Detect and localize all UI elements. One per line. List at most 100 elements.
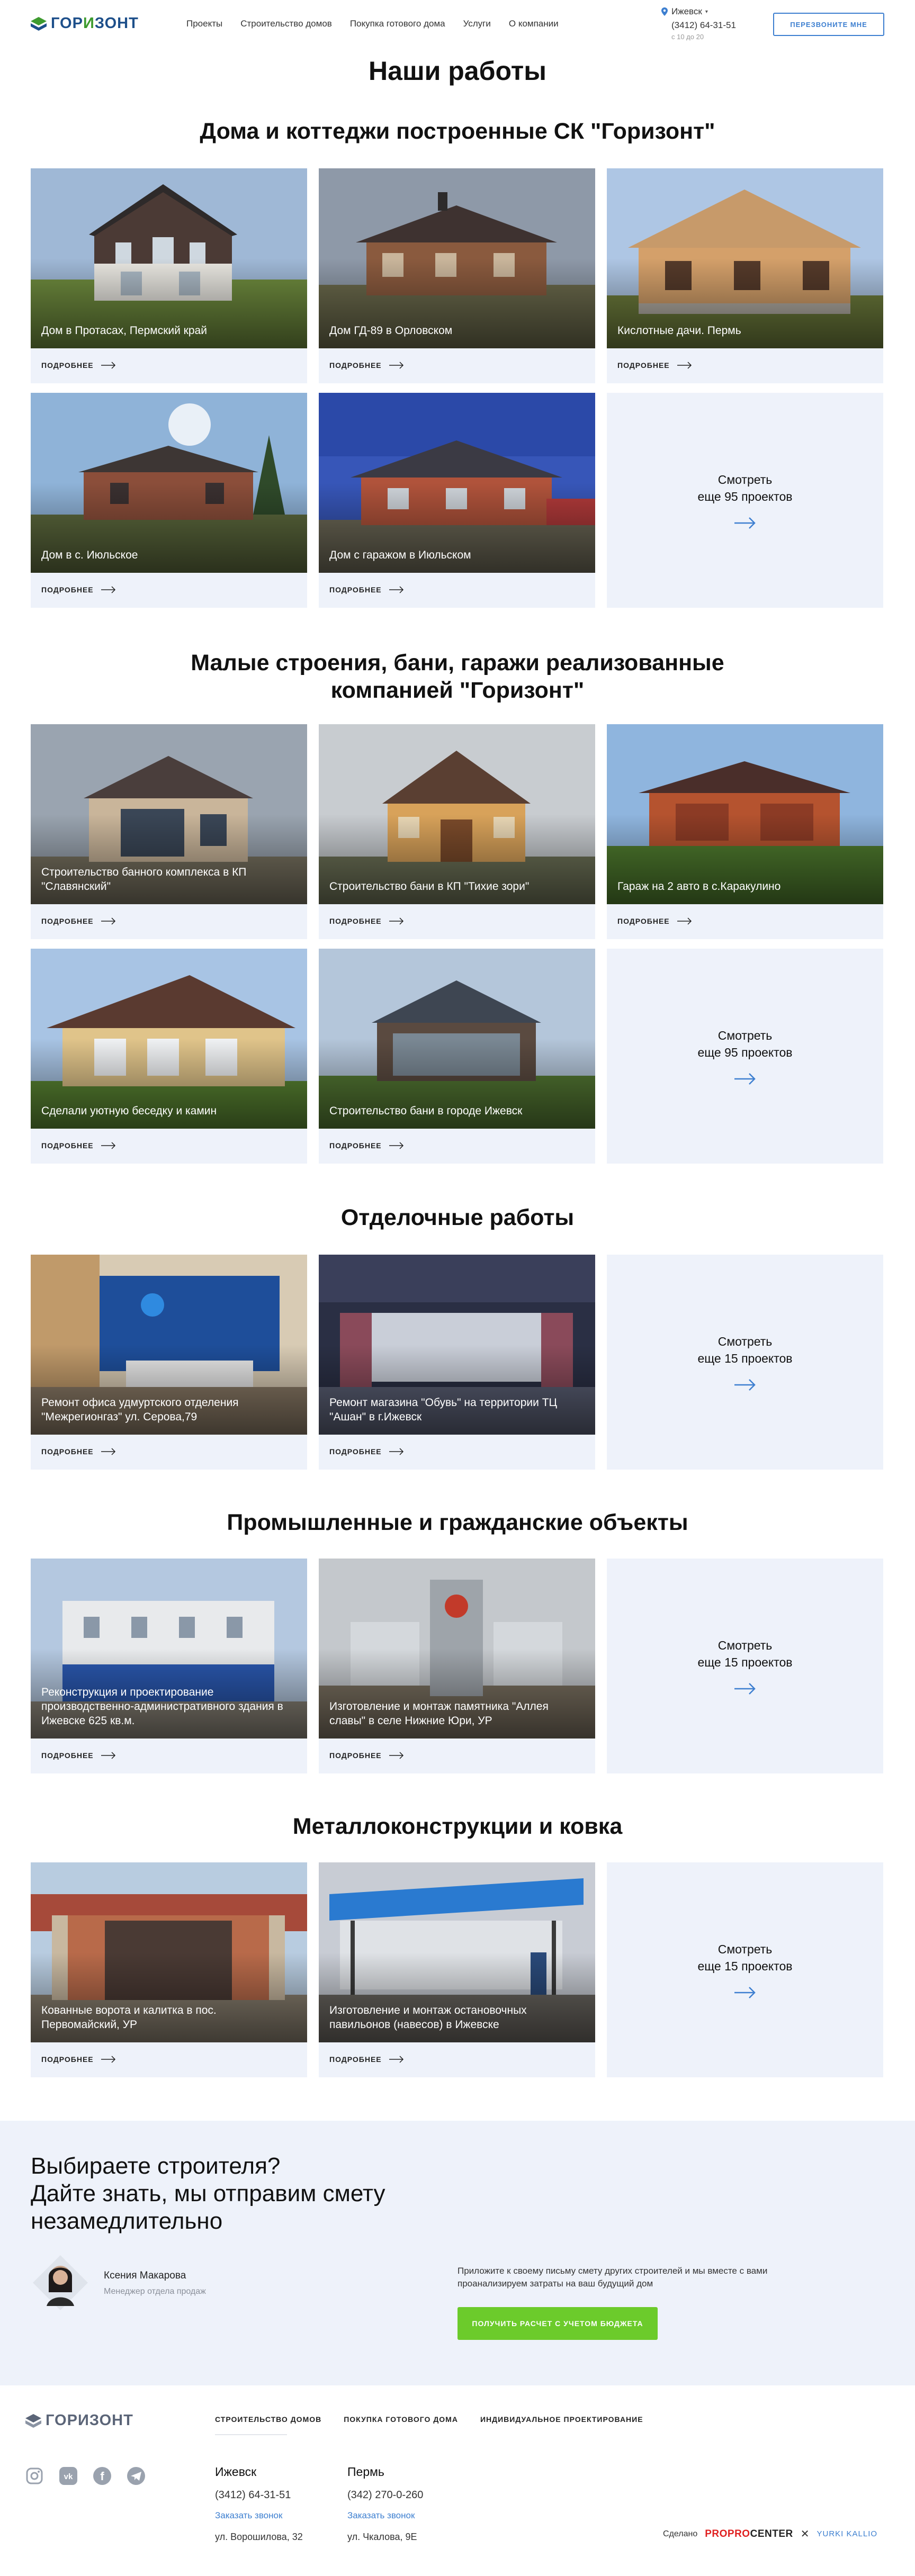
facebook-icon[interactable]: f (92, 2466, 112, 2486)
project-caption: Дом с гаражом в Июльском (329, 549, 471, 561)
details-label: ПОДРОБНЕЕ (329, 586, 382, 594)
instagram-icon[interactable] (24, 2466, 44, 2486)
nav-buy-ready-house[interactable]: Покупка готового дома (350, 19, 445, 29)
project-card[interactable]: Сделали уютную беседку и камин ПОДРОБНЕЕ (31, 949, 307, 1164)
office-address-perm: ул. Чкалова, 9Е (347, 2532, 417, 2542)
project-card[interactable]: Реконструкция и проектирование производс… (31, 1559, 307, 1773)
nav-about[interactable]: О компании (509, 19, 559, 29)
details-link[interactable]: ПОДРОБНЕЕ (41, 1447, 116, 1456)
office-callback-izhevsk[interactable]: Заказать звонок (215, 2510, 282, 2521)
photo-shade (31, 393, 307, 573)
section-title-houses: Дома и коттеджи построенные СК "Горизонт… (200, 119, 715, 144)
city-name: Ижевск (671, 6, 702, 16)
details-link[interactable]: ПОДРОБНЕЕ (329, 361, 404, 370)
details-label: ПОДРОБНЕЕ (329, 1447, 382, 1456)
office-phone-perm[interactable]: (342) 270-0-260 (347, 2489, 423, 2501)
see-more-label: Смотреть еще 15 проектов (697, 1942, 793, 1973)
details-label: ПОДРОБНЕЕ (41, 917, 94, 925)
nav-house-building[interactable]: Строительство домов (240, 19, 332, 29)
see-more-projects-card[interactable]: Смотреть еще 15 проектов (607, 1862, 883, 2077)
project-caption: Сделали уютную беседку и камин (41, 1105, 217, 1117)
arrow-right-icon (389, 1448, 403, 1455)
city-selector[interactable]: Ижевск ▾ (661, 6, 736, 17)
project-card[interactable]: Строительство бани в городе Ижевск ПОДРО… (319, 949, 595, 1164)
see-more-projects-card[interactable]: Смотреть еще 15 проектов (607, 1559, 883, 1773)
details-link[interactable]: ПОДРОБНЕЕ (329, 1141, 404, 1150)
made-by: Сделано PROPROCENTER ✕ YURKI KALLIO (663, 2527, 877, 2541)
details-label: ПОДРОБНЕЕ (329, 361, 382, 370)
details-link[interactable]: ПОДРОБНЕЕ (41, 2055, 116, 2064)
footer-logo[interactable]: ГОРИЗОНТ (24, 2412, 133, 2429)
project-card[interactable]: Изготовление и монтаж остановочных павил… (319, 1862, 595, 2077)
details-link[interactable]: ПОДРОБНЕЕ (41, 1141, 116, 1150)
arrow-right-icon (734, 1683, 756, 1695)
project-card[interactable]: Дом ГД-89 в Орловском ПОДРОБНЕЕ (319, 168, 595, 383)
project-card[interactable]: Строительство банного комплекса в КП "Сл… (31, 724, 307, 939)
location-pin-icon (661, 7, 668, 16)
details-link[interactable]: ПОДРОБНЕЕ (329, 1447, 404, 1456)
telegram-icon[interactable] (126, 2466, 146, 2486)
estimate-cta-section: Выбираете строителя? Дайте знать, мы отп… (0, 2121, 915, 2385)
logo-mark-icon (25, 2413, 41, 2428)
arrow-right-icon (101, 586, 115, 593)
project-caption: Гараж на 2 авто в с.Каракулино (617, 880, 781, 893)
details-link[interactable]: ПОДРОБНЕЕ (41, 361, 116, 370)
project-card[interactable]: Ремонт офиса удмуртского отделения "Межр… (31, 1255, 307, 1470)
footer-nav-buy-ready-house[interactable]: ПОКУПКА ГОТОВОГО ДОМА (344, 2415, 458, 2424)
details-link[interactable]: ПОДРОБНЕЕ (41, 586, 116, 594)
see-more-projects-card[interactable]: Смотреть еще 95 проектов (607, 949, 883, 1164)
logo-mark-icon (31, 16, 47, 31)
project-card[interactable]: Строительство бани в КП "Тихие зори" ПОД… (319, 724, 595, 939)
arrow-right-icon (734, 1073, 756, 1085)
studio-propro-center-link[interactable]: PROPROCENTER (705, 2528, 793, 2540)
cta-description: Приложите к своему письму смету других с… (457, 2266, 768, 2289)
project-card[interactable]: Ремонт магазина "Обувь" на территории ТЦ… (319, 1255, 595, 1470)
details-link[interactable]: ПОДРОБНЕЕ (329, 917, 404, 925)
project-card[interactable]: Гараж на 2 авто в с.Каракулино ПОДРОБНЕЕ (607, 724, 883, 939)
manager-avatar (33, 2255, 88, 2310)
page-title: Наши работы (369, 56, 546, 86)
footer-nav-house-building[interactable]: СТРОИТЕЛЬСТВО ДОМОВ (215, 2415, 321, 2424)
arrow-right-icon (389, 362, 403, 369)
details-link[interactable]: ПОДРОБНЕЕ (329, 586, 404, 594)
vk-icon[interactable]: vk (58, 2466, 78, 2486)
project-card[interactable]: Изготовление и монтаж памятника "Аллея с… (319, 1559, 595, 1773)
nav-services[interactable]: Услуги (463, 19, 491, 29)
details-link[interactable]: ПОДРОБНЕЕ (41, 917, 116, 925)
project-card[interactable]: Дом в с. Июльское ПОДРОБНЕЕ (31, 393, 307, 608)
project-card[interactable]: Дом с гаражом в Июльском ПОДРОБНЕЕ (319, 393, 595, 608)
header-phone[interactable]: (3412) 64-31-51 (661, 20, 736, 31)
get-estimate-button[interactable]: ПОЛУЧИТЬ РАСЧЕТ С УЧЕТОМ БЮДЖЕТА (457, 2307, 658, 2340)
details-label: ПОДРОБНЕЕ (41, 361, 94, 370)
details-link[interactable]: ПОДРОБНЕЕ (329, 2055, 404, 2064)
manager-role: Менеджер отдела продаж (104, 2287, 206, 2296)
arrow-right-icon (734, 517, 756, 529)
office-phone-izhevsk[interactable]: (3412) 64-31-51 (215, 2489, 291, 2501)
details-link[interactable]: ПОДРОБНЕЕ (617, 361, 692, 370)
see-more-projects-card[interactable]: Смотреть еще 95 проектов (607, 393, 883, 608)
photo-shade (31, 168, 307, 348)
studio-yurki-kallio-link[interactable]: YURKI KALLIO (817, 2529, 877, 2538)
logo[interactable]: ГОРИЗОНТ (30, 15, 139, 32)
details-link[interactable]: ПОДРОБНЕЕ (329, 1751, 404, 1760)
details-link[interactable]: ПОДРОБНЕЕ (41, 1751, 116, 1760)
office-callback-perm[interactable]: Заказать звонок (347, 2510, 415, 2521)
photo-shade (319, 724, 595, 904)
site-header: ГОРИЗОНТ Проекты Строительство домов Пок… (0, 0, 915, 49)
project-card[interactable]: Кислотные дачи. Пермь ПОДРОБНЕЕ (607, 168, 883, 383)
nav-projects[interactable]: Проекты (186, 19, 222, 29)
see-more-label: Смотреть еще 95 проектов (697, 1029, 793, 1059)
studio-separator: ✕ (800, 2528, 810, 2540)
callback-button[interactable]: ПЕРЕЗВОНИТЕ МНЕ (773, 13, 884, 36)
footer-nav-individual-design[interactable]: ИНДИВИДУАЛЬНОЕ ПРОЕКТИРОВАНИЕ (480, 2415, 643, 2424)
project-caption: Дом ГД-89 в Орловском (329, 325, 453, 337)
office-city-izhevsk: Ижевск (215, 2465, 257, 2479)
details-link[interactable]: ПОДРОБНЕЕ (617, 917, 692, 925)
see-more-projects-card[interactable]: Смотреть еще 15 проектов (607, 1255, 883, 1470)
cta-title: Выбираете строителя? Дайте знать, мы отп… (31, 2153, 385, 2234)
project-card[interactable]: Дом в Протасах, Пермский край ПОДРОБНЕЕ (31, 168, 307, 383)
section-title-small-buildings: Малые строения, бани, гаражи реализованн… (191, 650, 724, 703)
header-hours: с 10 до 20 (671, 33, 704, 41)
details-label: ПОДРОБНЕЕ (329, 917, 382, 925)
project-card[interactable]: Кованные ворота и калитка в пос. Первома… (31, 1862, 307, 2077)
